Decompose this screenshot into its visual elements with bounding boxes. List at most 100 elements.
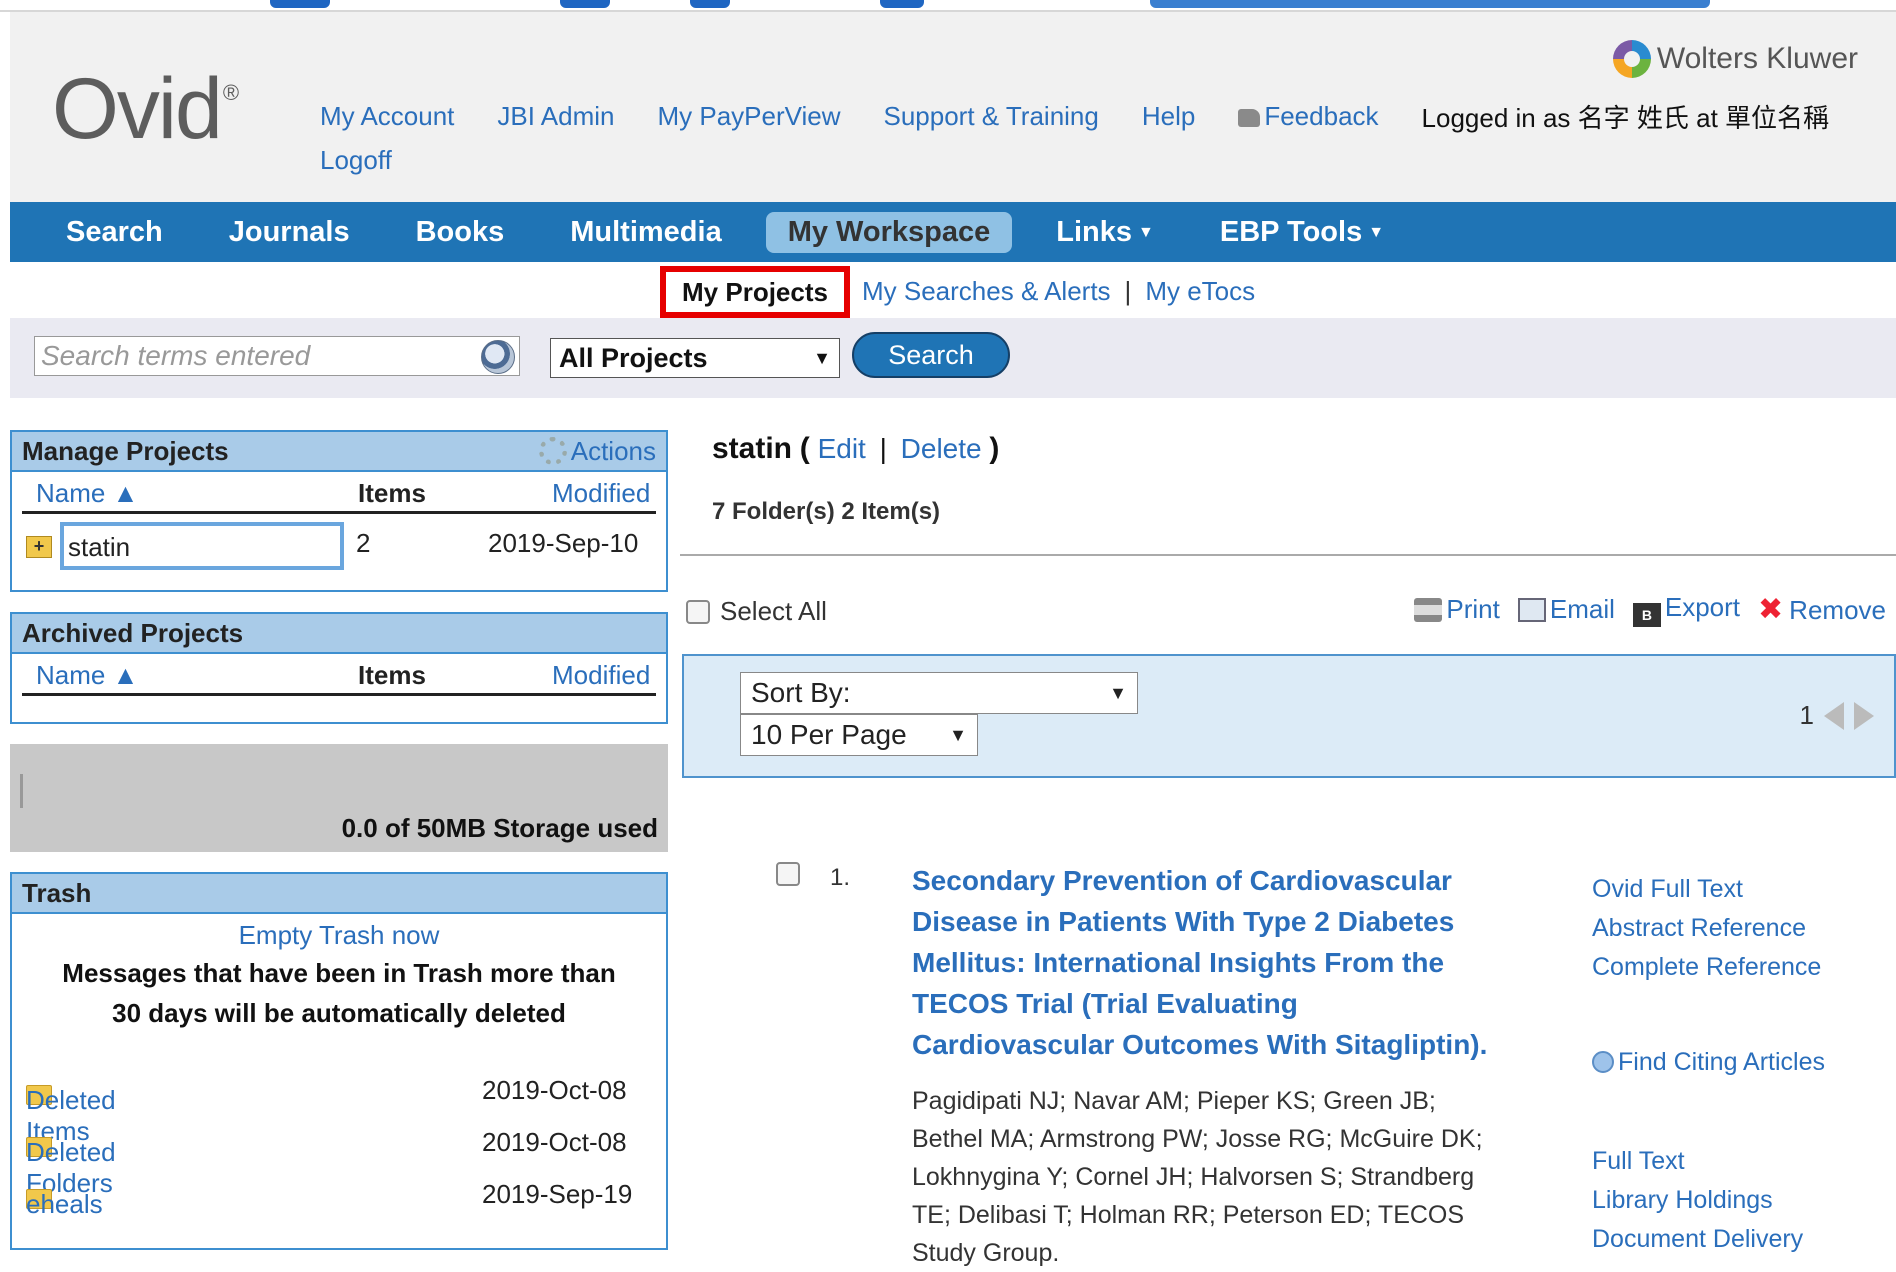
nav-books[interactable]: Books	[416, 216, 505, 249]
help-link[interactable]: Help	[1142, 101, 1195, 132]
ovid-full-text-link[interactable]: Ovid Full Text	[1592, 870, 1892, 909]
trash-row[interactable]: Deleted Folders 2019-Oct-08	[12, 1117, 666, 1198]
modified-header[interactable]: Modified	[552, 660, 650, 691]
chevron-down-icon: ▼	[949, 724, 967, 745]
logged-in-status: Logged in as 名字 姓氏 at 單位名稱	[1421, 103, 1830, 133]
pagination: 1	[1800, 700, 1874, 731]
per-page-select[interactable]: 10 Per Page ▼	[740, 714, 978, 756]
logoff-link[interactable]: Logoff	[320, 145, 1872, 176]
nav-journals[interactable]: Journals	[229, 216, 350, 249]
projects-column-header: Name ▲ Items Modified	[22, 472, 656, 514]
select-all-label: Select All	[720, 596, 827, 626]
publisher-name: Wolters Kluwer	[1656, 42, 1858, 75]
result-title-link[interactable]: Secondary Prevention of Cardiovascular D…	[912, 860, 1502, 1065]
trash-row[interactable]: eheals 2019-Sep-19	[12, 1169, 666, 1221]
banner-glyph	[690, 0, 730, 8]
nav-links-label: Links	[1056, 215, 1133, 248]
nav-links[interactable]: Links ▼	[1056, 216, 1154, 249]
result-authors: Pagidipati NJ; Navar AM; Pieper KS; Gree…	[912, 1087, 1483, 1267]
panel-title: Manage Projects	[22, 435, 229, 466]
tab-my-etocs[interactable]: My eTocs	[1145, 276, 1255, 307]
panel-header: Trash	[12, 874, 666, 914]
remove-x-icon: ✖	[1758, 593, 1784, 626]
project-search-bar: Search terms entered All Projects ▼ Sear…	[10, 318, 1896, 398]
chevron-down-icon: ▼	[1109, 682, 1127, 703]
sort-by-select[interactable]: Sort By: ▼	[740, 672, 1138, 714]
search-input[interactable]: Search terms entered	[34, 336, 520, 376]
modified-header[interactable]: Modified	[552, 478, 650, 509]
full-text-link[interactable]: Full Text	[1592, 1142, 1892, 1181]
feedback-label: Feedback	[1264, 101, 1379, 131]
tab-my-projects[interactable]: My Projects	[660, 266, 850, 318]
jbi-admin-link[interactable]: JBI Admin	[497, 101, 614, 132]
magnifier-icon	[1592, 1051, 1614, 1073]
remove-button[interactable]: ✖ Remove	[1758, 592, 1886, 627]
abstract-reference-link[interactable]: Abstract Reference	[1592, 909, 1892, 948]
search-button[interactable]: Search	[852, 332, 1010, 378]
empty-trash-link[interactable]: Empty Trash now	[239, 920, 440, 950]
support-training-link[interactable]: Support & Training	[884, 101, 1099, 132]
wolters-kluwer-icon	[1612, 40, 1651, 78]
workspace-subnav: My Projects My Searches & Alerts | My eT…	[0, 262, 1896, 318]
delete-project-link[interactable]: Delete	[901, 433, 982, 464]
tab-my-searches-alerts[interactable]: My Searches & Alerts	[862, 276, 1111, 307]
envelope-icon	[1517, 598, 1546, 622]
trash-folder-date: 2019-Oct-08	[482, 1075, 627, 1105]
remove-label: Remove	[1789, 595, 1886, 625]
select-all[interactable]: Select All	[686, 596, 827, 627]
select-all-checkbox[interactable]	[686, 599, 710, 624]
divider	[680, 554, 1896, 556]
items-header: Items	[358, 660, 426, 690]
complete-reference-link[interactable]: Complete Reference	[1592, 948, 1892, 987]
edit-project-link[interactable]: Edit	[818, 433, 866, 464]
project-scope-value: All Projects	[559, 342, 708, 373]
find-citing-articles-link[interactable]: Find Citing Articles	[1592, 1043, 1892, 1082]
actions-menu[interactable]: Actions	[538, 436, 656, 467]
trash-folder-date: 2019-Oct-08	[482, 1127, 627, 1157]
search-icon[interactable]	[481, 340, 515, 374]
my-account-link[interactable]: My Account	[320, 101, 454, 132]
main-nav: Search Journals Books Multimedia My Work…	[10, 202, 1896, 262]
email-button[interactable]: Email	[1517, 594, 1615, 625]
previous-page-icon[interactable]	[1824, 701, 1844, 730]
feedback-link[interactable]: Feedback	[1238, 101, 1379, 132]
next-page-icon[interactable]	[1854, 701, 1874, 730]
nav-my-workspace[interactable]: My Workspace	[765, 211, 1013, 253]
nav-multimedia[interactable]: Multimedia	[570, 216, 721, 249]
project-row[interactable]: + statin 2 2019-Sep-10	[12, 514, 666, 578]
project-scope-select[interactable]: All Projects ▼	[550, 338, 840, 378]
archived-column-header: Name ▲ Items Modified	[22, 654, 656, 696]
trash-folder-name[interactable]: eheals	[26, 1189, 103, 1220]
trash-row[interactable]: Deleted Items 2019-Oct-08	[12, 1065, 666, 1146]
email-label: Email	[1549, 594, 1615, 624]
wolters-kluwer-logo: Wolters Kluwer	[1612, 40, 1858, 78]
result-checkbox[interactable]	[776, 862, 800, 886]
search-placeholder: Search terms entered	[41, 340, 311, 371]
library-holdings-link[interactable]: Library Holdings	[1592, 1181, 1892, 1220]
sort-by-value: Sort By:	[751, 677, 851, 708]
result-number: 1.	[830, 864, 851, 891]
document-delivery-link[interactable]: Document Delivery	[1592, 1220, 1892, 1259]
print-button[interactable]: Print	[1414, 594, 1500, 625]
top-banner-fragment	[0, 0, 1896, 12]
per-page-value: 10 Per Page	[751, 719, 907, 750]
project-name[interactable]: statin	[60, 522, 344, 570]
nav-search[interactable]: Search	[66, 216, 163, 249]
ovid-logo[interactable]: Ovid®	[52, 66, 239, 152]
chevron-down-icon: ▼	[1138, 223, 1154, 241]
sort-controls: Sort By: ▼ 10 Per Page ▼ 1	[682, 654, 1896, 778]
gear-icon	[538, 437, 567, 465]
project-title: statin	[712, 432, 793, 465]
nav-ebp-tools[interactable]: EBP Tools ▼	[1220, 216, 1384, 249]
items-header: Items	[358, 478, 426, 508]
expand-folder-icon[interactable]: +	[26, 536, 52, 558]
export-button[interactable]: B Export	[1632, 592, 1741, 627]
chevron-down-icon: ▼	[813, 347, 831, 368]
sort-name-header[interactable]: Name ▲	[36, 478, 138, 509]
export-label: Export	[1664, 592, 1741, 622]
panel-title: Archived Projects	[22, 617, 244, 648]
sort-name-header[interactable]: Name ▲	[36, 660, 138, 691]
panel-title: Trash	[22, 877, 92, 908]
storage-text: 0.0 of 50MB Storage used	[341, 813, 658, 843]
my-payperview-link[interactable]: My PayPerView	[657, 101, 840, 132]
